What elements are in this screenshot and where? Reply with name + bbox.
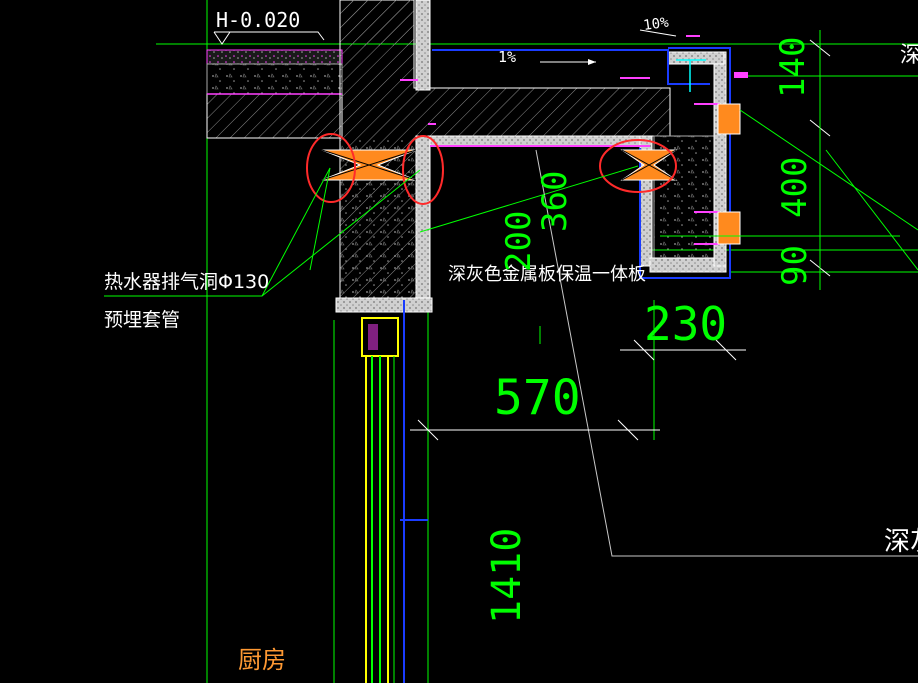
dim-400: 400 bbox=[775, 157, 815, 218]
dim-360: 360 bbox=[535, 171, 575, 232]
right-top-label-cut: 深 bbox=[900, 43, 918, 68]
cad-drawing-canvas: H-0.020 10% 1% 热水器排气洞Φ130 预埋套管 深灰色金属板保温一… bbox=[0, 0, 918, 683]
dim-200: 200 bbox=[499, 211, 539, 272]
slope-label-main: 1% bbox=[498, 48, 516, 66]
dim-1410: 1410 bbox=[484, 528, 530, 624]
dim-570: 570 bbox=[494, 370, 581, 426]
metal-panel-label: 深灰色金属板保温一体板 bbox=[448, 264, 646, 285]
heater-vent-label: 热水器排气洞Φ130 bbox=[104, 271, 269, 293]
metal-panel-label-cut: 深灰 bbox=[884, 527, 918, 557]
dim-230: 230 bbox=[644, 297, 727, 351]
floor-slab bbox=[206, 49, 343, 139]
dim-90: 90 bbox=[775, 245, 815, 286]
sleeve-label: 预埋套管 bbox=[104, 309, 180, 331]
dim-140: 140 bbox=[773, 37, 813, 98]
elevation-label: H-0.020 bbox=[216, 8, 300, 32]
room-label: 厨房 bbox=[238, 646, 286, 674]
